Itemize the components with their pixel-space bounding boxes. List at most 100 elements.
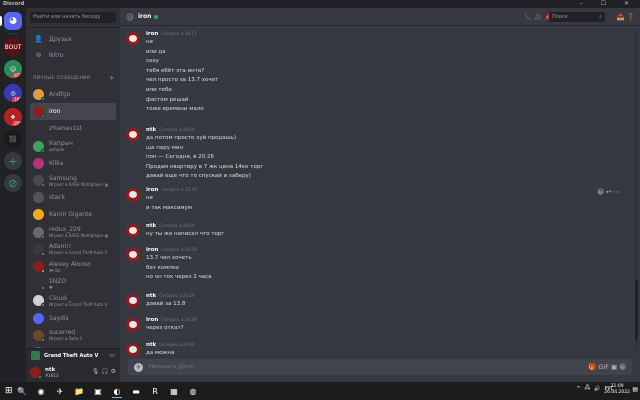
message-avatar[interactable] <box>126 188 140 202</box>
message-input[interactable] <box>149 364 449 370</box>
create-dm-icon[interactable]: + <box>109 75 115 82</box>
message-text: Продам квартиру в 7 жк цена 14кк торг <box>146 163 264 170</box>
message-author[interactable]: ntk <box>146 127 156 133</box>
message-text: ща пару мин <box>146 144 184 151</box>
message-composer: + 🎁 GIF ▣ 😀 <box>128 359 632 375</box>
dm-item-10[interactable]: Adam!! Играет в Grand Theft Auto V <box>30 241 116 258</box>
dm-item-8[interactable]: Karim Gigante <box>30 206 116 223</box>
nav-nitro[interactable]: ⊛ Nitro <box>30 48 116 62</box>
dm-activity: 🎮 Во <box>49 267 61 273</box>
nav-friends[interactable]: 👤 Друзья <box>30 32 116 46</box>
dm-item-12[interactable]: ΣΝΖΟ ♥ <box>30 275 116 292</box>
message-text: не <box>146 195 153 201</box>
taskbar-terminal-icon[interactable]: ▬ <box>128 384 144 398</box>
dm-item-2[interactable]: iron <box>30 103 116 121</box>
dm-name: Kilka <box>49 159 64 167</box>
message-avatar[interactable] <box>126 32 140 46</box>
tray-item[interactable]: ^ <box>576 386 580 392</box>
at-icon: @ <box>126 12 134 21</box>
server-label: ◎ <box>10 89 16 97</box>
taskbar-chrome-icon[interactable]: ◉ <box>33 384 49 398</box>
friends-icon: 👤 <box>34 35 43 43</box>
server-icon-server-1[interactable]: BOUT <box>4 38 22 56</box>
dm-item-1[interactable]: Andfgo <box>30 86 116 103</box>
explore-servers-icon[interactable]: ⊘ <box>4 174 22 192</box>
dm-text: Kilka <box>49 160 63 167</box>
user-tag: #1613 <box>45 372 59 378</box>
avatar <box>33 106 45 119</box>
window-titlebar: Discord – ☐ ✕ <box>0 0 640 8</box>
dm-activity: Играет в RAGE Multiplayer ▦ <box>49 233 109 239</box>
dm-item-13[interactable]: Cloud-_ Играет в Grand Theft Auto V <box>30 292 116 309</box>
taskbar-app2-icon[interactable]: ▦ <box>166 384 182 398</box>
dm-name: ΣΝΖΟ <box>49 277 67 285</box>
message-avatar[interactable] <box>126 248 140 262</box>
dm-item-6[interactable]: Samsung Играет в RAGE Multiplayer ▦ <box>30 172 116 189</box>
taskbar-telegram-icon[interactable]: ✈ <box>52 384 68 398</box>
status-dot-icon <box>41 286 45 291</box>
tray-item[interactable]: 🔊 <box>594 386 600 392</box>
windows-start-icon[interactable]: ⊞ <box>5 386 13 396</box>
user-avatar[interactable] <box>30 366 42 379</box>
message-author[interactable]: iron <box>146 247 158 253</box>
dm-item-7[interactable]: stack <box>30 189 116 206</box>
server-rail: ◕ BOUT ☺ 477 ◎ 164 ❖ 229 ⬛ + ⊘ <box>0 8 26 382</box>
taskbar-rockstar-icon[interactable]: R <box>147 384 163 398</box>
taskbar-app-icon[interactable]: ▣ <box>90 384 106 398</box>
add-server-icon[interactable]: + <box>4 152 22 170</box>
taskbar-app3-icon[interactable]: ◍ <box>185 384 201 398</box>
dm-item-11[interactable]: Alexey Alonso 🎮 Во <box>30 258 116 275</box>
message-avatar[interactable] <box>126 224 140 238</box>
dm-item-3[interactable]: z%enav1st <box>30 120 116 137</box>
mention-badge: 477 <box>12 73 22 78</box>
notification-icon[interactable]: ▤ <box>632 386 638 393</box>
dm-name: Cloud-_ <box>49 294 72 302</box>
taskbar-explorer-icon[interactable]: 📁 <box>71 384 87 398</box>
message-timestamp: Сегодня, в 20:29 <box>161 317 197 322</box>
upload-plus-icon[interactable]: + <box>134 362 143 372</box>
user-controls[interactable]: 🎙 🎧 ⚙ <box>92 368 116 375</box>
taskbar-clock[interactable]: 21:09 26.04.2022 <box>604 384 630 396</box>
dm-name: Andfgo <box>49 91 71 98</box>
taskbar-search-icon[interactable]: 🔍 <box>14 384 30 398</box>
composer-actions[interactable]: 🎁 GIF ▣ 😀 <box>588 363 626 371</box>
message-avatar[interactable] <box>126 128 140 142</box>
message-author[interactable]: iron <box>146 31 158 37</box>
server-icon-server-5[interactable]: ⬛ <box>4 130 22 148</box>
chat-search-input[interactable]: Поиск ⌕ <box>549 12 605 22</box>
window-controls[interactable]: – ☐ ✕ <box>580 0 637 8</box>
status-dot-icon <box>41 114 45 119</box>
find-conversation-button[interactable]: Найти или начать беседу <box>30 12 116 23</box>
dm-item-15[interactable]: sucerred Играет в Dota 2 <box>30 327 116 344</box>
now-playing-bar[interactable]: Grand Theft Auto V ▭ <box>26 348 120 362</box>
tray-item[interactable]: 🖧 <box>585 385 591 393</box>
screen-share-icon[interactable]: ▭ <box>109 352 115 359</box>
message-avatar[interactable] <box>126 343 140 357</box>
status-dot-icon <box>41 251 45 256</box>
message-author[interactable]: ntk <box>146 342 156 348</box>
dm-item-4[interactable]: Капрыч добрик <box>30 138 116 155</box>
message-avatar[interactable] <box>126 318 140 332</box>
chat-scrollbar[interactable] <box>635 30 638 350</box>
server-icon-server-4[interactable]: ❖ 229 <box>4 108 22 126</box>
message-author[interactable]: ntk <box>146 223 156 229</box>
mention-badge: 229 <box>12 121 22 126</box>
status-dot-icon <box>41 303 45 308</box>
taskbar-discord-icon[interactable]: ◐ <box>109 384 125 398</box>
server-icon-server-3[interactable]: ◎ 164 <box>4 84 22 102</box>
message-avatar[interactable] <box>126 294 140 308</box>
server-icon-home[interactable]: ◕ <box>4 12 22 30</box>
dm-item-5[interactable]: Kilka <box>30 155 116 172</box>
inbox-help-icons[interactable]: 📥 ❓ <box>617 13 635 21</box>
message-author[interactable]: iron <box>146 187 158 193</box>
status-dot-icon <box>41 148 45 153</box>
message-author[interactable]: ntk <box>146 293 156 299</box>
dm-item-14[interactable]: Saydis <box>30 310 116 327</box>
dm-text: Samsung Играет в RAGE Multiplayer ▦ <box>49 175 108 187</box>
message-hover-actions[interactable]: 😀 ↩ ⋯ <box>597 188 620 196</box>
message-header: ntk Сегодня, в 20:28 <box>146 127 195 133</box>
message-author[interactable]: iron <box>146 317 158 323</box>
server-icon-server-2[interactable]: ☺ 477 <box>4 60 22 78</box>
dm-item-9[interactable]: redux_229 Играет в RAGE Multiplayer ▦ <box>30 224 116 241</box>
scrollbar-thumb[interactable] <box>635 280 638 340</box>
